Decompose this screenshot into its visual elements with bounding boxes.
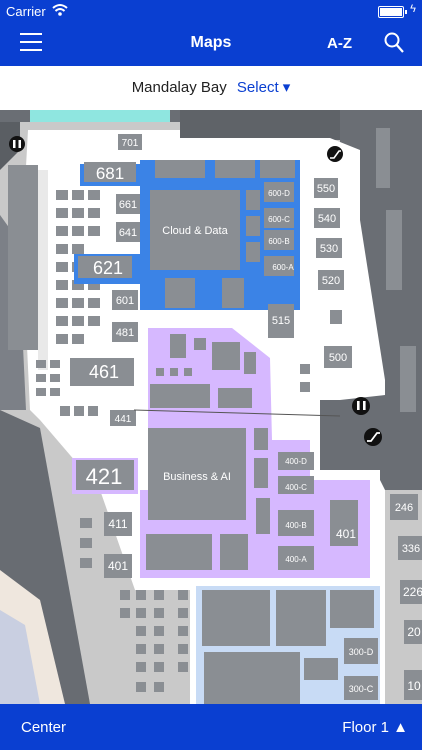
zone-business-label: Business & AI bbox=[163, 471, 231, 483]
room-550[interactable]: 550 bbox=[317, 183, 335, 195]
search-icon[interactable] bbox=[384, 32, 404, 54]
room-681[interactable]: 681 bbox=[96, 164, 124, 183]
room-600-b[interactable]: 600-B bbox=[268, 237, 289, 246]
charging-icon: ϟ bbox=[410, 3, 416, 15]
nav-bar: Maps A-Z bbox=[0, 22, 422, 66]
room-336[interactable]: 336 bbox=[402, 543, 420, 555]
room-701[interactable]: 701 bbox=[122, 138, 139, 149]
center-button[interactable]: Center bbox=[21, 719, 66, 736]
room-641[interactable]: 641 bbox=[119, 227, 137, 239]
restroom-icon[interactable] bbox=[9, 136, 25, 152]
room-400-d[interactable]: 400-D bbox=[285, 457, 307, 466]
venue-selector: Mandalay Bay Select ▾ bbox=[0, 66, 422, 110]
escalator-icon[interactable] bbox=[327, 146, 343, 162]
room-481[interactable]: 481 bbox=[116, 327, 134, 339]
wifi-icon bbox=[52, 4, 68, 16]
room-461[interactable]: 461 bbox=[89, 362, 119, 382]
az-button[interactable]: A-Z bbox=[327, 35, 352, 52]
room-661[interactable]: 661 bbox=[119, 199, 137, 211]
room-600-a[interactable]: 600-A bbox=[272, 263, 294, 272]
room-500[interactable]: 500 bbox=[329, 352, 347, 364]
venue-name: Mandalay Bay bbox=[131, 79, 227, 96]
room-226[interactable]: 226 bbox=[403, 585, 422, 599]
room-540[interactable]: 540 bbox=[318, 213, 336, 225]
floor-map-canvas[interactable]: Cloud & Data 600-D 600-C 600-B 600-A 681… bbox=[0, 110, 422, 704]
room-515[interactable]: 515 bbox=[272, 315, 290, 327]
room-246[interactable]: 246 bbox=[395, 502, 413, 514]
room-600-d[interactable]: 600-D bbox=[268, 189, 290, 198]
page-title: Maps bbox=[190, 34, 232, 51]
room-401-west[interactable]: 401 bbox=[108, 559, 128, 573]
room-421[interactable]: 421 bbox=[86, 464, 123, 489]
room-441[interactable]: 441 bbox=[115, 414, 132, 425]
room-400-b[interactable]: 400-B bbox=[285, 521, 306, 530]
zone-cloud-label: Cloud & Data bbox=[162, 225, 228, 237]
carrier-label: Carrier bbox=[6, 4, 46, 19]
room-520[interactable]: 520 bbox=[322, 275, 340, 287]
room-411[interactable]: 411 bbox=[108, 517, 127, 531]
room-621[interactable]: 621 bbox=[93, 258, 123, 278]
room-300-d[interactable]: 300-D bbox=[349, 647, 374, 657]
battery-icon bbox=[378, 6, 407, 18]
room-400-c[interactable]: 400-C bbox=[285, 483, 307, 492]
room-601[interactable]: 601 bbox=[116, 295, 134, 307]
select-venue-button[interactable]: Select ▾ bbox=[237, 79, 290, 96]
bottom-bar: Center Floor 1 ▲ bbox=[0, 704, 422, 750]
escalator-icon[interactable] bbox=[364, 428, 382, 446]
room-600-c[interactable]: 600-C bbox=[268, 215, 290, 224]
floor-selector[interactable]: Floor 1 ▲ bbox=[342, 719, 408, 736]
status-bar: Carrier ϟ bbox=[0, 0, 422, 22]
room-20[interactable]: 20 bbox=[407, 625, 421, 639]
room-10[interactable]: 10 bbox=[407, 679, 421, 693]
room-530[interactable]: 530 bbox=[320, 243, 338, 255]
room-300-c[interactable]: 300-C bbox=[349, 684, 374, 694]
room-400-a[interactable]: 400-A bbox=[285, 555, 307, 564]
restroom-icon[interactable] bbox=[352, 397, 370, 415]
floor-map[interactable]: Cloud & Data 600-D 600-C 600-B 600-A 681… bbox=[0, 110, 422, 704]
room-401-east[interactable]: 401 bbox=[336, 527, 356, 541]
